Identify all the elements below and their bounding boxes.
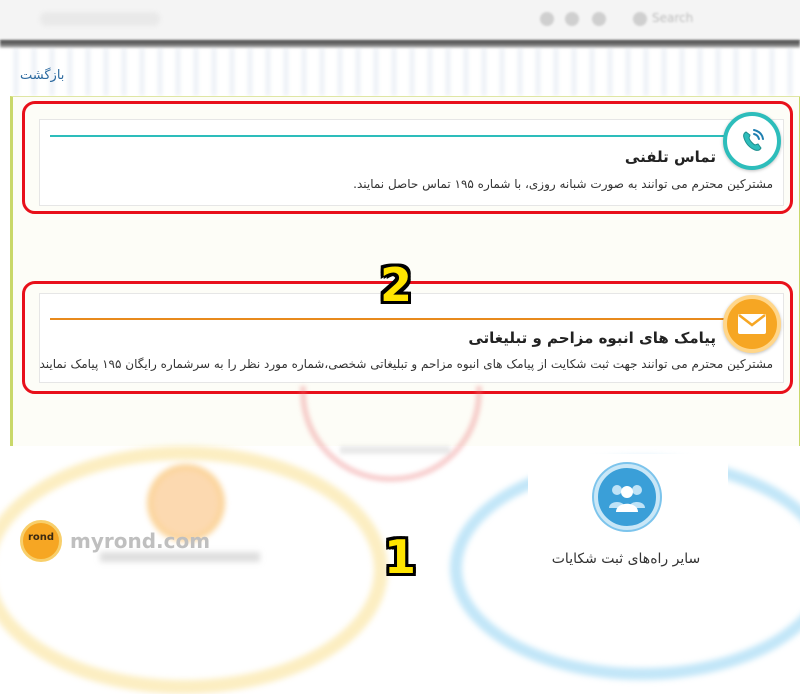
logo-text: rond — [27, 532, 55, 543]
share-icon[interactable] — [540, 12, 554, 26]
back-link[interactable]: بازگشت — [20, 68, 64, 83]
download-icon[interactable] — [565, 12, 579, 26]
settings-icon[interactable] — [592, 12, 606, 26]
blurred-decoration — [0, 48, 800, 96]
watermark-text: myrond.com — [70, 529, 211, 553]
users-group-icon — [594, 464, 660, 530]
step-number-one: 1 — [384, 530, 417, 584]
decorative-arc — [300, 386, 482, 482]
blurred-caption — [340, 446, 450, 454]
highlight-box-phone — [22, 101, 793, 214]
address-bar[interactable] — [40, 12, 160, 26]
other-complaint-methods-button[interactable]: سایر راه‌های ثبت شکایات — [528, 454, 728, 600]
header-strip — [0, 40, 800, 48]
browser-toolbar: Search — [0, 0, 800, 41]
search-icon[interactable] — [633, 12, 647, 26]
step-number-two: 2 — [380, 258, 413, 312]
search-input[interactable]: Search — [652, 11, 712, 25]
other-complaint-methods-label: سایر راه‌های ثبت شکایات — [551, 551, 701, 567]
myrond-logo: rond — [20, 520, 62, 562]
watermark: rond myrond.com — [20, 520, 210, 562]
